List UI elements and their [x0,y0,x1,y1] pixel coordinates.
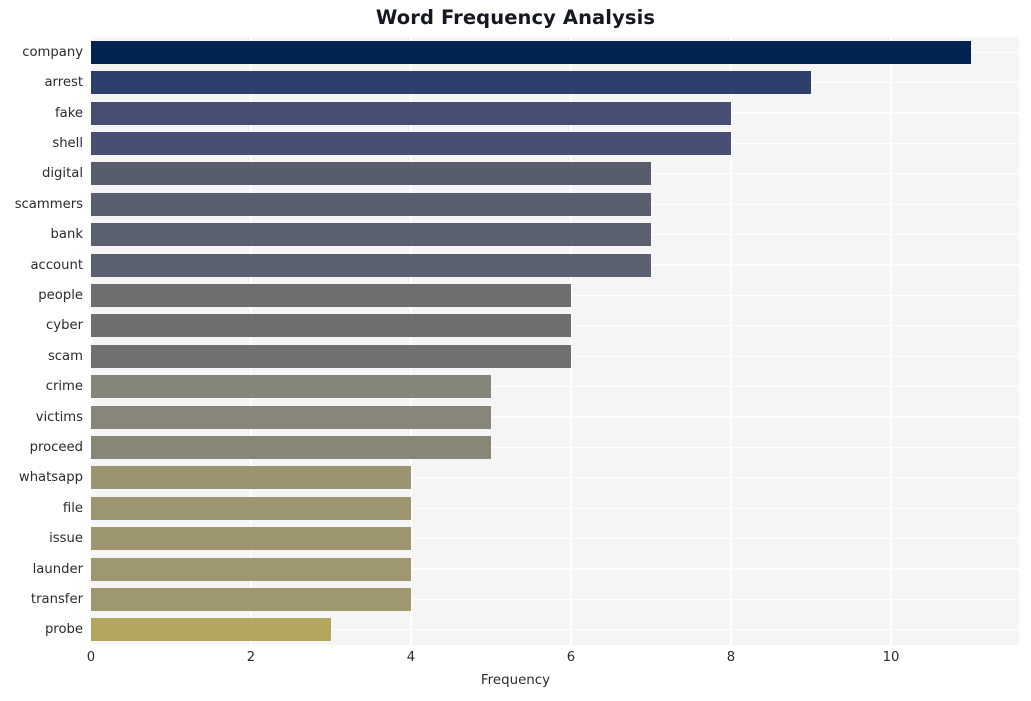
bar [91,162,651,186]
y-axis-tick-label: issue [49,531,83,547]
x-axis-tick-label: 2 [246,650,256,665]
bar [91,527,411,551]
y-axis-tick-label: proceed [29,439,83,455]
bar [91,253,651,277]
y-axis-tick-label: crime [45,379,83,395]
gridline-vertical [250,37,252,645]
bar [91,466,411,490]
bar [91,223,651,247]
bar [91,405,491,429]
y-axis-tick-label: scam [47,348,83,364]
y-axis-tick-label: whatsapp [18,470,83,486]
y-axis-tick-label: bank [50,227,83,243]
y-axis-tick-label: transfer [30,591,83,607]
y-axis-tick-label: launder [32,561,83,577]
y-axis-tick-label: fake [54,105,83,121]
y-axis-tick-label: arrest [44,75,83,91]
x-axis-tick-label: 6 [566,650,576,665]
y-axis-tick-label: cyber [46,318,83,334]
bar [91,314,571,338]
x-axis-tick-label: 4 [406,650,416,665]
bar [91,435,491,459]
bar [91,101,731,125]
y-axis-tick-label: people [38,287,83,303]
y-axis-tick-label: shell [52,135,83,151]
y-axis-tick-label: scammers [14,196,83,212]
x-axis-title: Frequency [480,673,551,688]
bar [91,192,651,216]
bar [91,375,491,399]
gridline-vertical [890,37,892,645]
y-axis-tick-label: account [30,257,83,273]
x-axis-tick-label: 0 [86,650,96,665]
bar [91,131,731,155]
y-axis-tick-labels: company arrest fake shell digital scammers ban… [0,37,83,645]
plot-area [90,37,1019,645]
x-axis-tick-label: 8 [726,650,736,665]
y-axis-tick-label: file [62,500,83,516]
y-axis-tick-label: company [22,44,83,60]
bar [91,344,571,368]
bar [91,283,571,307]
gridline-vertical [90,37,92,645]
x-axis-tick-label: 10 [882,650,900,665]
y-axis-tick-label: digital [42,166,83,182]
y-axis-tick-label: probe [44,622,83,638]
bar [91,618,331,642]
x-axis-tick-labels: 0 2 4 6 8 10 [87,648,1019,670]
bar [91,496,411,520]
chart-figure: Word Frequency Analysis company arrest fak… [0,0,1031,701]
bar [91,587,411,611]
page-title: Word Frequency Analysis [375,6,656,29]
bar [91,71,811,95]
y-axis-tick-label: victims [35,409,83,425]
gridline-vertical [410,37,412,645]
bar [91,40,971,64]
bar [91,557,411,581]
gridline-vertical [570,37,572,645]
gridline-vertical [730,37,732,645]
